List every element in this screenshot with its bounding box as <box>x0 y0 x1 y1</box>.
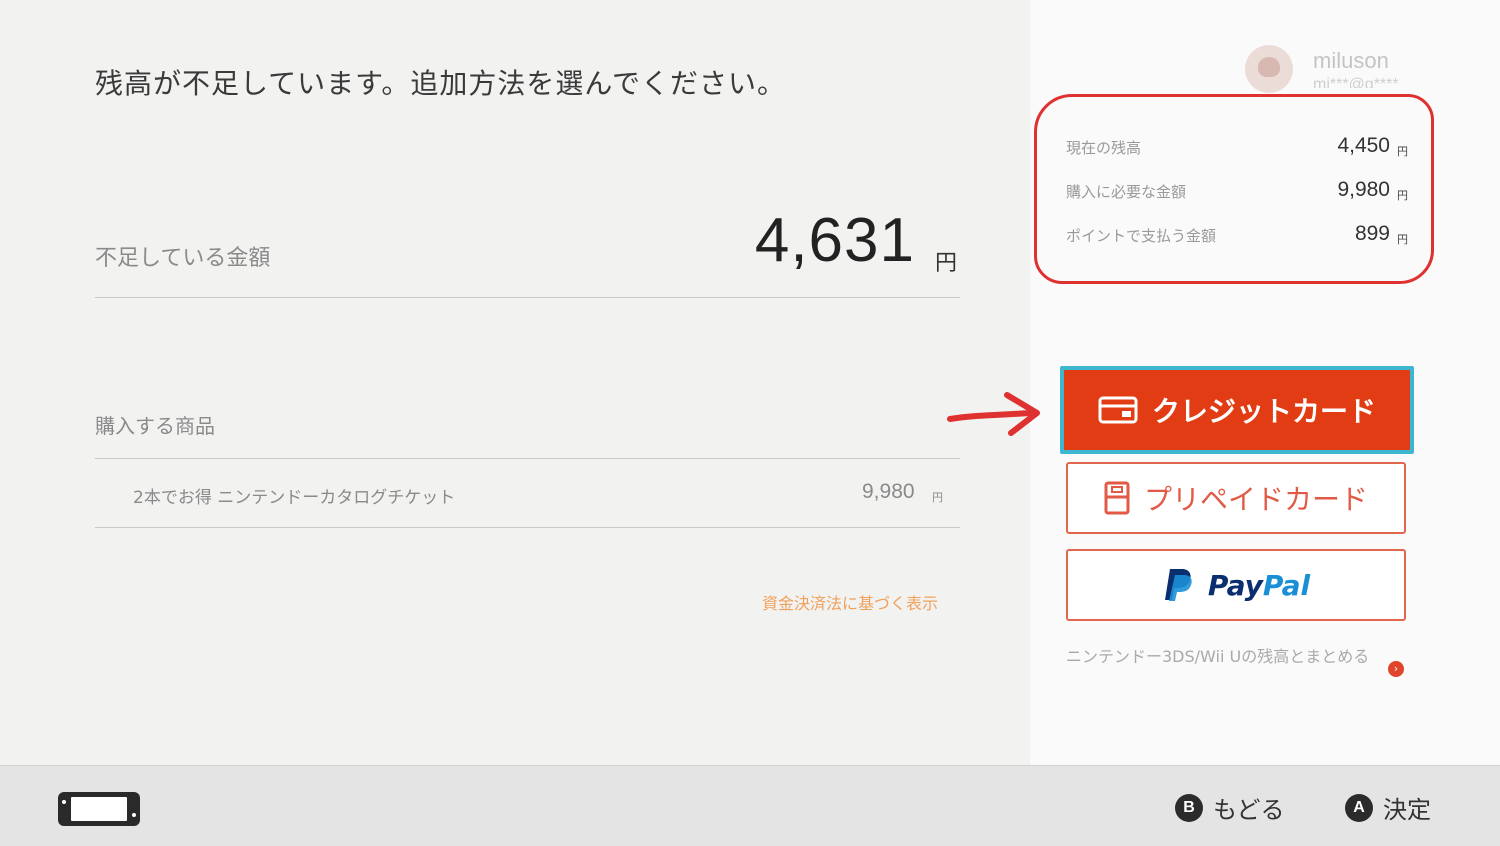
purchase-items-label: 購入する商品 <box>95 414 215 438</box>
confirm-label: 決定 <box>1383 796 1431 824</box>
summary-value-required: 9,980 <box>1337 178 1390 201</box>
b-button-icon: B <box>1175 793 1203 822</box>
chevron-right-icon: › <box>1388 661 1404 677</box>
prepaid-card-button[interactable]: プリペイドカード <box>1066 462 1406 534</box>
paypal-button[interactable]: PayPal <box>1066 549 1406 621</box>
back-hint[interactable]: B もどる <box>1175 790 1285 825</box>
summary-unit: 円 <box>1397 145 1408 158</box>
confirm-hint[interactable]: A 決定 <box>1345 790 1431 825</box>
divider <box>95 458 960 459</box>
divider <box>95 527 960 528</box>
prepaid-card-label: プリペイドカード <box>1143 483 1368 516</box>
summary-value-points: 899 <box>1354 222 1390 245</box>
annotation-arrow-icon <box>947 392 1040 436</box>
credit-card-label: クレジットカード <box>1151 395 1376 428</box>
switch-console-icon <box>58 792 140 826</box>
user-name: miluson <box>1313 48 1389 73</box>
paypal-wordmark: PayPal <box>1207 568 1311 602</box>
credit-card-button[interactable]: クレジットカード <box>1060 366 1414 454</box>
summary-unit: 円 <box>1397 233 1408 246</box>
summary-value-balance: 4,450 <box>1337 134 1390 157</box>
paypal-logo-icon <box>1164 569 1192 601</box>
credit-card-icon <box>1098 396 1138 424</box>
prepaid-card-icon <box>1104 481 1130 515</box>
purchase-item-name: 2本でお得 ニンテンドーカタログチケット <box>133 488 456 508</box>
merge-balance-link[interactable]: ニンテンドー3DS/Wii Uの残高とまとめる <box>1066 643 1376 670</box>
avatar <box>1245 45 1293 93</box>
main-panel: 残高が不足しています。追加方法を選んでください。 不足している金額 4,631 … <box>0 0 1030 765</box>
shortfall-amount: 4,631 <box>754 206 915 275</box>
shortfall-unit: 円 <box>935 251 958 276</box>
purchase-item-unit: 円 <box>932 491 943 504</box>
divider <box>95 297 960 298</box>
summary-label-required: 購入に必要な金額 <box>1066 183 1187 201</box>
purchase-item-price: 9,980 <box>862 480 915 503</box>
summary-label-balance: 現在の残高 <box>1066 139 1142 157</box>
a-button-icon: A <box>1345 793 1373 822</box>
avatar-face-icon <box>1258 57 1280 77</box>
summary-unit: 円 <box>1397 189 1408 202</box>
legal-notice-link[interactable]: 資金決済法に基づく表示 <box>762 590 938 614</box>
shortfall-label: 不足している金額 <box>95 246 271 271</box>
page-message: 残高が不足しています。追加方法を選んでください。 <box>95 67 786 100</box>
back-label: もどる <box>1213 796 1285 824</box>
user-id: mi***@g**** <box>1313 76 1399 88</box>
summary-label-points: ポイントで支払う金額 <box>1066 227 1217 245</box>
